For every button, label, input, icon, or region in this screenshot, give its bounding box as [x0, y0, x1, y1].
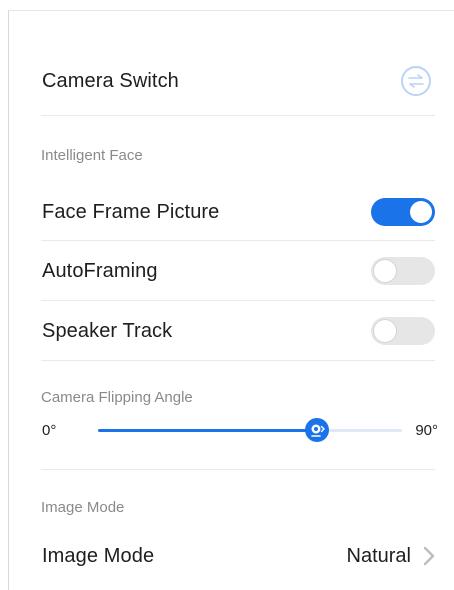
toggle-knob	[374, 260, 396, 282]
face-frame-picture-label: Face Frame Picture	[42, 200, 220, 223]
camera-flipping-slider[interactable]	[98, 418, 402, 442]
toggle-knob	[374, 320, 396, 342]
camera-switch-row[interactable]: Camera Switch	[42, 64, 435, 98]
intelligent-face-section-title: Intelligent Face	[41, 147, 143, 164]
image-mode-section-title: Image Mode	[41, 499, 125, 516]
image-mode-row[interactable]: Image Mode Natural	[42, 539, 435, 573]
divider	[41, 360, 435, 361]
divider	[41, 469, 435, 470]
swap-arrows-icon[interactable]	[401, 66, 431, 96]
divider	[41, 240, 435, 241]
face-frame-picture-toggle[interactable]	[371, 198, 435, 226]
image-mode-value-group: Natural	[347, 545, 435, 568]
image-mode-label: Image Mode	[42, 544, 155, 567]
divider	[41, 300, 435, 301]
slider-fill	[98, 429, 317, 432]
face-frame-picture-row: Face Frame Picture	[42, 195, 435, 229]
image-mode-value: Natural	[346, 544, 411, 567]
speaker-track-row: Speaker Track	[42, 314, 435, 348]
autoframing-toggle[interactable]	[371, 257, 435, 285]
slider-min-label: 0°	[42, 421, 57, 439]
camera-flipping-section-title: Camera Flipping Angle	[41, 389, 193, 406]
settings-panel: Camera Switch Intelligent Face Face Fram…	[8, 10, 454, 590]
camera-flipping-slider-row: 0° 90°	[42, 418, 438, 442]
slider-thumb[interactable]	[304, 418, 329, 442]
camera-icon	[311, 424, 325, 437]
autoframing-label: AutoFraming	[42, 259, 158, 282]
slider-max-label: 90°	[415, 421, 438, 439]
chevron-right-icon	[423, 546, 435, 566]
autoframing-row: AutoFraming	[42, 254, 435, 288]
camera-switch-label: Camera Switch	[42, 69, 179, 92]
speaker-track-toggle[interactable]	[371, 317, 435, 345]
divider	[41, 115, 435, 116]
toggle-knob	[410, 201, 432, 223]
speaker-track-label: Speaker Track	[42, 319, 173, 342]
